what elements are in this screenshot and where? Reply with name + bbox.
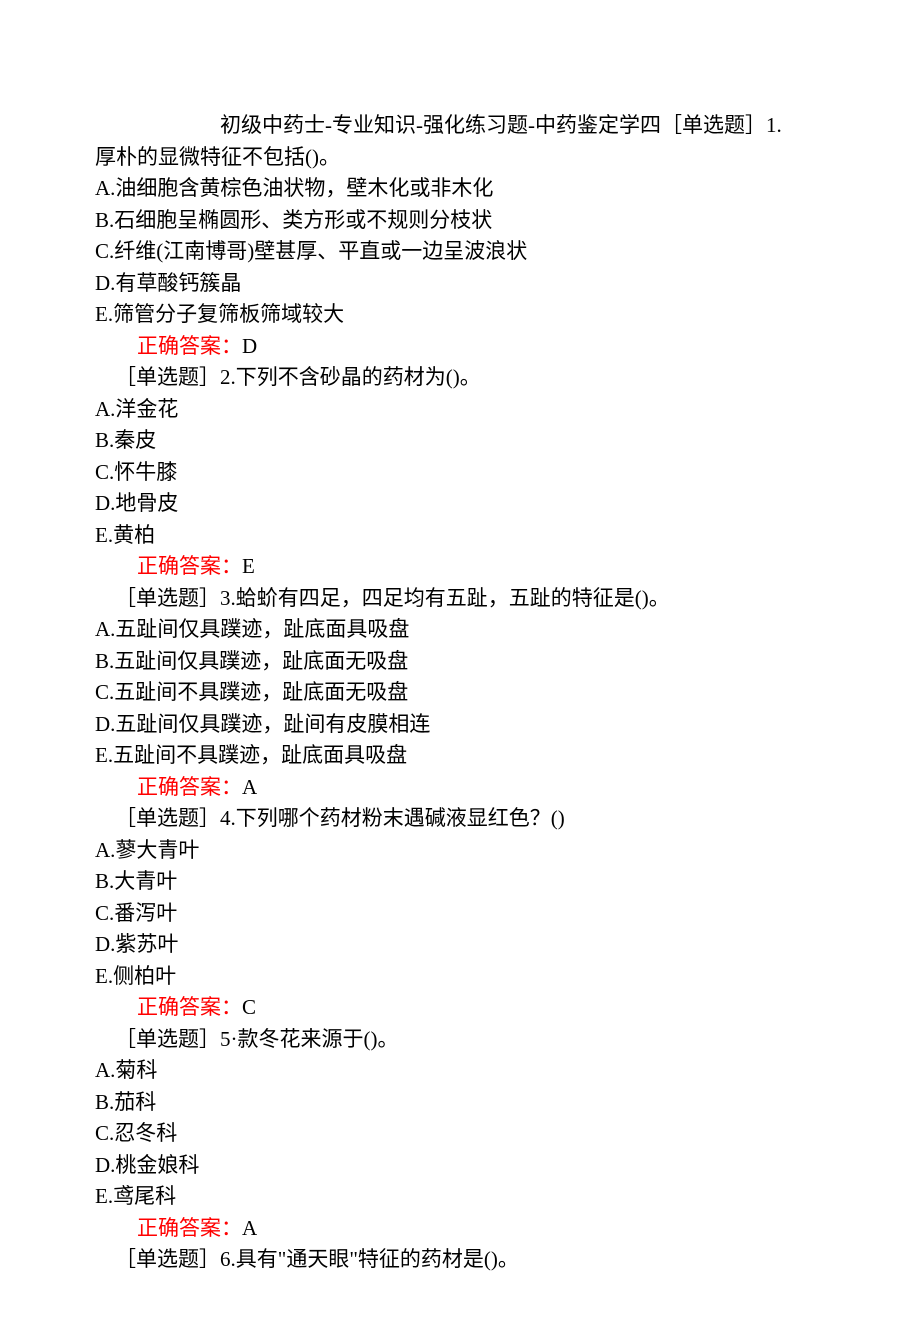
q2-option-c: C.怀牛膝: [95, 457, 825, 489]
q2-option-d: D.地骨皮: [95, 488, 825, 520]
q5-option-b: B.茄科: [95, 1087, 825, 1119]
q2-number: 2.: [220, 365, 236, 389]
q4-text: 下列哪个药材粉末遇碱液显红色？(): [236, 806, 565, 830]
document-title-line: 初级中药士-专业知识-强化练习题-中药鉴定学四［单选题］1.: [95, 110, 825, 142]
q4-label: ［单选题］: [115, 806, 220, 830]
q5-answer: A: [242, 1216, 257, 1240]
q3-option-a: A.五趾间仅具蹼迹，趾底面具吸盘: [95, 614, 825, 646]
q5-option-a: A.菊科: [95, 1055, 825, 1087]
q3-label: ［单选题］: [115, 586, 220, 610]
q1-option-d: D.有草酸钙簇晶: [95, 268, 825, 300]
answer-label: 正确答案：: [137, 334, 242, 358]
q1-label: ［单选题］: [661, 113, 766, 137]
q5-number: 5·: [220, 1027, 238, 1051]
q5-option-c: C.忍冬科: [95, 1118, 825, 1150]
q3-option-d: D.五趾间仅具蹼迹，趾间有皮膜相连: [95, 709, 825, 741]
q1-option-c: C.纤维(江南博哥)壁甚厚、平直或一边呈波浪状: [95, 236, 825, 268]
q2-label: ［单选题］: [115, 365, 220, 389]
q1-text: 厚朴的显微特征不包括()。: [95, 142, 825, 174]
q3-header: ［单选题］3.蛤蚧有四足，四足均有五趾，五趾的特征是()。: [95, 583, 825, 615]
q5-label: ［单选题］: [115, 1027, 220, 1051]
q6-text: 具有"通天眼"特征的药材是()。: [236, 1247, 519, 1271]
q5-text: 款冬花来源于()。: [238, 1027, 399, 1051]
answer-label: 正确答案：: [137, 775, 242, 799]
q6-number: 6.: [220, 1247, 236, 1271]
q5-option-e: E.鸢尾科: [95, 1181, 825, 1213]
q1-option-a: A.油细胞含黄棕色油状物，壁木化或非木化: [95, 173, 825, 205]
q4-header: ［单选题］4.下列哪个药材粉末遇碱液显红色？(): [95, 803, 825, 835]
q6-header: ［单选题］6.具有"通天眼"特征的药材是()。: [95, 1244, 825, 1276]
q1-answer-line: 正确答案：D: [95, 331, 825, 363]
q1-number: 1.: [766, 113, 782, 137]
answer-label: 正确答案：: [137, 554, 242, 578]
q1-option-b: B.石细胞呈椭圆形、类方形或不规则分枝状: [95, 205, 825, 237]
q2-option-b: B.秦皮: [95, 425, 825, 457]
q4-answer-line: 正确答案：C: [95, 992, 825, 1024]
q1-answer: D: [242, 334, 257, 358]
q2-option-a: A.洋金花: [95, 394, 825, 426]
q2-answer: E: [242, 554, 255, 578]
q3-text: 蛤蚧有四足，四足均有五趾，五趾的特征是()。: [236, 586, 670, 610]
q2-option-e: E.黄柏: [95, 520, 825, 552]
q3-option-b: B.五趾间仅具蹼迹，趾底面无吸盘: [95, 646, 825, 678]
q4-option-e: E.侧柏叶: [95, 961, 825, 993]
q3-answer: A: [242, 775, 257, 799]
q3-number: 3.: [220, 586, 236, 610]
q2-text: 下列不含砂晶的药材为()。: [236, 365, 481, 389]
q4-option-c: C.番泻叶: [95, 898, 825, 930]
q4-number: 4.: [220, 806, 236, 830]
q3-option-e: E.五趾间不具蹼迹，趾底面具吸盘: [95, 740, 825, 772]
answer-label: 正确答案：: [137, 1216, 242, 1240]
answer-label: 正确答案：: [137, 995, 242, 1019]
q3-answer-line: 正确答案：A: [95, 772, 825, 804]
q5-answer-line: 正确答案：A: [95, 1213, 825, 1245]
q4-option-d: D.紫苏叶: [95, 929, 825, 961]
q5-option-d: D.桃金娘科: [95, 1150, 825, 1182]
q2-answer-line: 正确答案：E: [95, 551, 825, 583]
q3-option-c: C.五趾间不具蹼迹，趾底面无吸盘: [95, 677, 825, 709]
q2-header: ［单选题］2.下列不含砂晶的药材为()。: [95, 362, 825, 394]
q5-header: ［单选题］5·款冬花来源于()。: [95, 1024, 825, 1056]
page-title: 初级中药士-专业知识-强化练习题-中药鉴定学四: [220, 113, 661, 137]
q4-answer: C: [242, 995, 256, 1019]
q4-option-a: A.蓼大青叶: [95, 835, 825, 867]
q6-label: ［单选题］: [115, 1247, 220, 1271]
q4-option-b: B.大青叶: [95, 866, 825, 898]
q1-option-e: E.筛管分子复筛板筛域较大: [95, 299, 825, 331]
